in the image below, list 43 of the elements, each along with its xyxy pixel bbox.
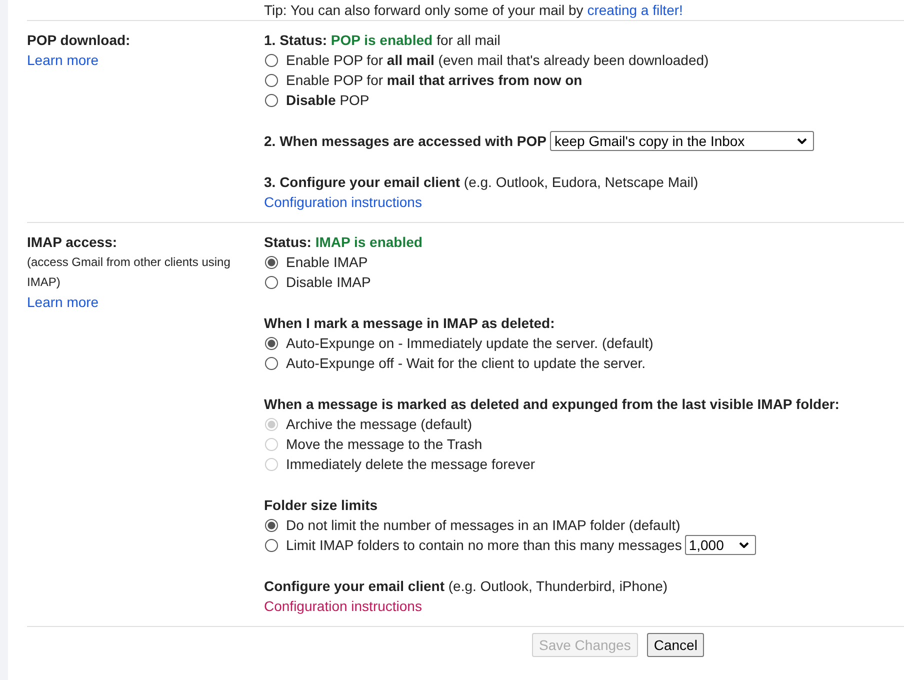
learn-more-link[interactable]: Learn more xyxy=(27,292,264,312)
status-heading: Status: IMAP is enabled xyxy=(264,233,424,252)
section-label: IMAP access: xyxy=(27,233,118,252)
setting-heading: 2. When messages are accessed with POP xyxy=(264,132,546,151)
cancel-button[interactable]: Cancel xyxy=(646,633,704,657)
radio-label: Auto-Expunge off - Wait for the client to update the server. xyxy=(286,354,646,373)
radio-label: Immediately delete the message forever xyxy=(286,455,536,474)
radio-button[interactable] xyxy=(265,356,278,370)
setting-heading: When a message is marked as deleted and expunged from the last visible IMAP folder: xyxy=(264,395,840,414)
radio-label: Enable POP for all mail (even mail that's already been downloaded) xyxy=(286,51,709,70)
radio-button[interactable] xyxy=(265,256,278,268)
setting-heading: 3. Configure your email client (e.g. Outlook, Eudora, Netscape Mail) xyxy=(264,173,698,192)
radio-label: Enable IMAP xyxy=(286,253,368,272)
setting-heading: When I mark a message in IMAP as deleted: xyxy=(264,314,555,333)
radio-button[interactable] xyxy=(265,518,278,532)
radio-button[interactable] xyxy=(265,336,278,350)
radio-button[interactable] xyxy=(265,538,278,552)
radio-label: Move the message to the Trash xyxy=(286,435,482,454)
radio-button[interactable] xyxy=(265,74,278,86)
radio-label: Archive the message (default) xyxy=(286,415,472,434)
radio-label: Do not limit the number of messages in an IMAP folder (default) xyxy=(286,516,680,535)
radio-button[interactable] xyxy=(265,54,278,66)
setting-heading: Folder size limits xyxy=(264,496,378,515)
radio-label: Disable POP xyxy=(286,91,370,110)
status-heading: 1. Status: POP is enabled for all mail xyxy=(264,31,502,50)
pop-action-select[interactable]: keep Gmail's copy in the Inbox xyxy=(550,131,814,151)
folder-limit-select[interactable]: 1,000 xyxy=(684,535,756,555)
radio-label: Enable POP for mail that arrives from now on xyxy=(286,71,582,90)
section-note: (access Gmail from other clients using IMAP) xyxy=(27,254,232,291)
section-label: POP download: xyxy=(27,31,132,50)
caret-icon xyxy=(797,138,808,144)
learn-more-link[interactable]: Learn more xyxy=(27,50,264,70)
radio-button[interactable] xyxy=(265,94,278,106)
radio-label: Disable IMAP xyxy=(286,273,371,292)
tip-text: Tip: You can also forward only some of your mail by creating a filter! xyxy=(264,2,683,18)
caret-icon xyxy=(738,542,749,548)
configuration-instructions-link[interactable]: Configuration instructions xyxy=(264,596,904,616)
setting-heading: Configure your email client (e.g. Outlook, Thunderbird, iPhone) xyxy=(264,577,668,596)
radio-label: Limit IMAP folders to contain no more than this many messages xyxy=(286,536,682,555)
configuration-instructions-link[interactable]: Configuration instructions xyxy=(264,192,904,212)
creating-filter-link[interactable]: creating a filter! xyxy=(587,2,683,18)
radio-button[interactable] xyxy=(265,276,278,288)
radio-label: Auto-Expunge on - Immediately update the server. (default) xyxy=(286,334,654,353)
